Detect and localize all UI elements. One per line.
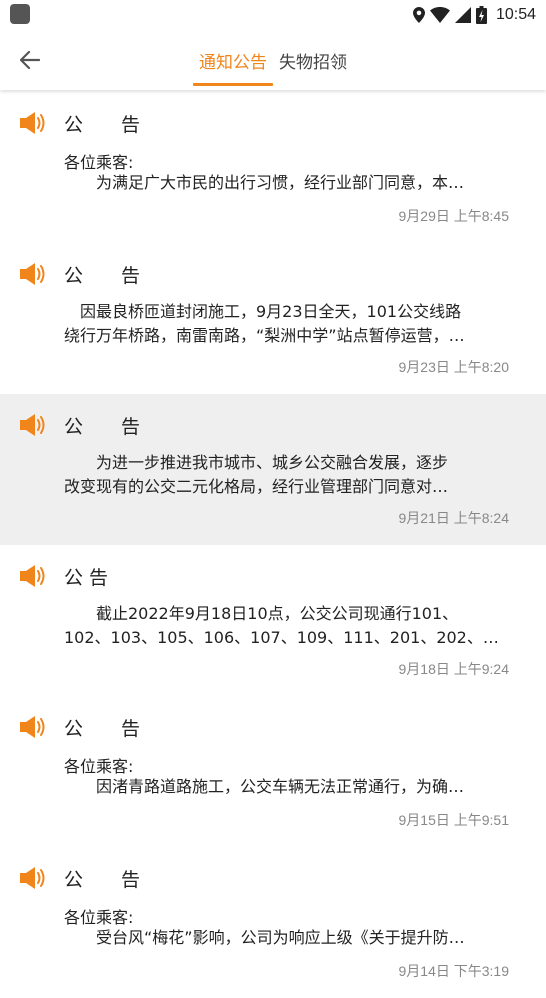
- speaker-icon: [20, 565, 45, 587]
- notice-item[interactable]: 公 告 各位乘客: 受台风“梅花”影响，公司为响应上级《关于提升防… 9月14日…: [0, 847, 546, 998]
- notice-body-line: 因渚青路道路施工，公交车辆无法正常通行，为确…: [64, 777, 465, 796]
- speaker-icon: [20, 867, 45, 889]
- notice-item[interactable]: 公 告 截止2022年9月18日10点，公交公司现通行101、 102、103、…: [0, 545, 546, 696]
- notice-body-line: 截止2022年9月18日10点，公交公司现通行101、: [64, 604, 459, 623]
- notice-title: 公 告: [64, 869, 141, 891]
- tab-notices[interactable]: 通知公告: [193, 30, 273, 90]
- speaker-icon: [20, 716, 45, 738]
- notice-item[interactable]: 公 告 各位乘客: 为满足广大市民的出行习惯，经行业部门同意，本… 9月29日 …: [0, 92, 546, 243]
- speaker-icon: [20, 112, 45, 134]
- notice-body-line: 因最良桥匝道封闭施工，9月23日全天，101公交线路: [64, 302, 462, 321]
- notice-title: 公 告: [64, 114, 141, 136]
- status-time: 10:54: [495, 6, 536, 23]
- status-bar: 10:54: [0, 0, 546, 30]
- notice-date: 9月15日 上午9:51: [398, 812, 510, 828]
- notice-salutation: 各位乘客:: [64, 153, 134, 172]
- notice-body-line: 改变现有的公交二元化格局，经行业管理部门同意对…: [64, 477, 449, 496]
- notice-date: 9月29日 上午8:45: [398, 208, 510, 224]
- notice-body-line: 绕行万年桥路，南雷南路，“梨洲中学”站点暂停运营，…: [64, 326, 465, 345]
- notice-item[interactable]: 公 告 为进一步推进我市城市、城乡公交融合发展，逐步 改变现有的公交二元化格局，…: [0, 394, 546, 545]
- location-icon: [412, 7, 425, 23]
- tab-lost-and-found-label: 失物招领: [279, 52, 347, 73]
- status-indicators: 10:54: [412, 0, 536, 30]
- notice-title: 公 告: [64, 416, 141, 438]
- tab-notices-label: 通知公告: [199, 52, 267, 73]
- notice-body: 截止2022年9月18日10点，公交公司现通行101、 102、103、105、…: [64, 602, 514, 650]
- notice-body-line: 受台风“梅花”影响，公司为响应上级《关于提升防…: [64, 928, 465, 947]
- notice-date: 9月23日 上午8:20: [398, 359, 510, 375]
- tab-lost-and-found[interactable]: 失物招领: [277, 30, 349, 90]
- notice-body: 受台风“梅花”影响，公司为响应上级《关于提升防…: [64, 926, 514, 950]
- notice-body-line: 为进一步推进我市城市、城乡公交融合发展，逐步: [64, 453, 449, 472]
- app-notification-icon: [10, 4, 30, 24]
- speaker-icon: [20, 414, 45, 436]
- signal-icon: [454, 7, 471, 23]
- tab-bar: 通知公告 失物招领: [0, 30, 546, 90]
- wifi-icon: [429, 7, 450, 23]
- notice-body: 为满足广大市民的出行习惯，经行业部门同意，本…: [64, 171, 514, 195]
- notice-date: 9月18日 上午9:24: [398, 661, 510, 677]
- notice-body: 因渚青路道路施工，公交车辆无法正常通行，为确…: [64, 775, 514, 799]
- notice-date: 9月14日 下午3:19: [398, 963, 510, 979]
- notice-salutation: 各位乘客:: [64, 757, 134, 776]
- notice-title: 公 告: [64, 567, 109, 589]
- notice-body: 因最良桥匝道封闭施工，9月23日全天，101公交线路 绕行万年桥路，南雷南路，“…: [64, 300, 514, 348]
- notice-title: 公 告: [64, 718, 141, 740]
- notice-salutation: 各位乘客:: [64, 908, 134, 927]
- active-tab-indicator: [193, 83, 273, 86]
- notice-body: 为进一步推进我市城市、城乡公交融合发展，逐步 改变现有的公交二元化格局，经行业管…: [64, 451, 514, 499]
- notice-list: 公 告 各位乘客: 为满足广大市民的出行习惯，经行业部门同意，本… 9月29日 …: [0, 92, 546, 998]
- notice-title: 公 告: [64, 265, 141, 287]
- notice-body-line: 102、103、105、106、107、109、111、201、202、…: [64, 628, 499, 647]
- speaker-icon: [20, 263, 45, 285]
- notice-item[interactable]: 公 告 各位乘客: 因渚青路道路施工，公交车辆无法正常通行，为确… 9月15日 …: [0, 696, 546, 847]
- notice-body-line: 为满足广大市民的出行习惯，经行业部门同意，本…: [64, 173, 465, 192]
- notice-date: 9月21日 上午8:24: [398, 510, 510, 526]
- battery-icon: [475, 6, 487, 24]
- notice-item[interactable]: 公 告 因最良桥匝道封闭施工，9月23日全天，101公交线路 绕行万年桥路，南雷…: [0, 243, 546, 394]
- app-bar: 通知公告 失物招领: [0, 30, 546, 90]
